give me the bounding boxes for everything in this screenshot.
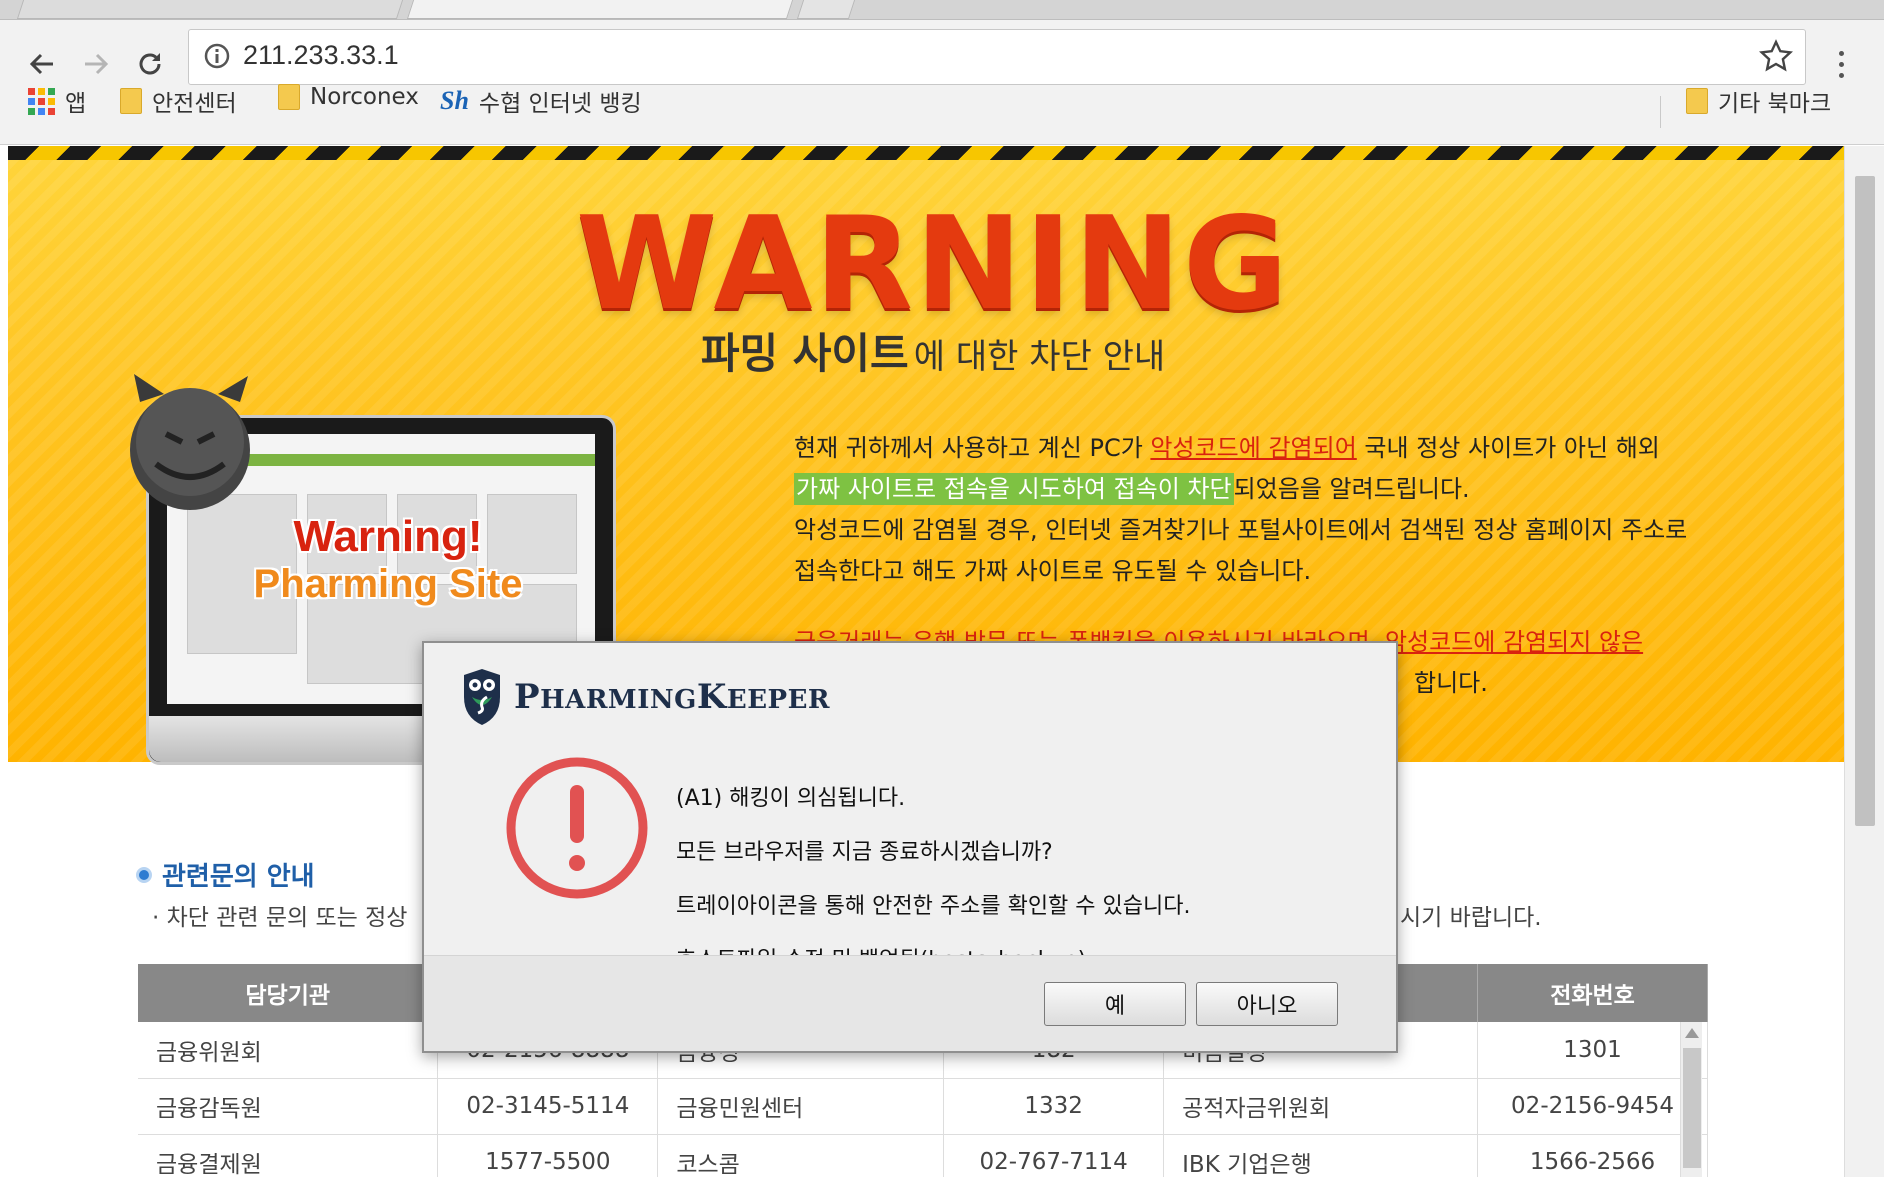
message-line: (A1) 해킹이 의심됩니다.: [676, 786, 906, 811]
desc-line: 가짜 사이트로 접속을 시도하여 접속이 차단되었음을 알려드립니다.: [794, 473, 1470, 505]
table-scrollbar[interactable]: [1680, 1022, 1702, 1177]
owl-shield-logo-icon: [464, 669, 500, 725]
bookmark-norconex[interactable]: Norconex: [278, 84, 419, 110]
bookmark-label: Norconex: [310, 84, 419, 110]
yes-button[interactable]: 예: [1044, 982, 1186, 1026]
page-scrollbar[interactable]: [1844, 146, 1884, 1177]
exclamation-alert-icon: [506, 757, 648, 899]
tab-strip: [0, 0, 1884, 20]
url-text[interactable]: 211.233.33.1: [243, 40, 399, 71]
column-header: 전화번호: [1477, 964, 1708, 1022]
folder-icon: [278, 84, 300, 110]
dialog-footer: 예 아니오: [424, 955, 1396, 1051]
table-row: 금융감독원 02-3145-5114 금융민원센터 1332 공적자금위원회 0…: [138, 1078, 1708, 1135]
menu-dot-icon: [1838, 61, 1844, 67]
table-scroll-thumb[interactable]: [1683, 1048, 1701, 1168]
message-line: 모든 브라우저를 지금 종료하시겠습니까?: [676, 840, 1053, 865]
apps-grid-icon: [28, 87, 55, 115]
table-row: 금융결제원 1577-5500 코스콤 02-767-7114 IBK 기업은행…: [138, 1134, 1708, 1177]
banner-description: 현재 귀하께서 사용하고 계신 PC가 악성코드에 감염되어 국내 정상 사이트…: [794, 428, 1714, 592]
overlay-line-2: Pharming Site: [253, 562, 523, 606]
column-header: 담당기관: [138, 964, 439, 1022]
desc-line: 현재 귀하께서 사용하고 계신 PC가 악성코드에 감염되어 국내 정상 사이트…: [794, 434, 1660, 462]
desc-line: 접속한다고 해도 가짜 사이트로 유도될 수 있습니다.: [794, 557, 1312, 585]
bookmark-star-icon[interactable]: [1759, 39, 1793, 73]
suhyup-logo-icon: Sh: [440, 86, 469, 115]
bookmark-suhyup-banking[interactable]: Sh 수협 인터넷 뱅킹: [440, 84, 642, 118]
message-line: 트레이아이콘을 통해 안전한 주소를 확인할 수 있습니다.: [676, 894, 1191, 919]
tab-active[interactable]: [406, 0, 794, 19]
bookmarks-bar: 앱 안전센터 Norconex Sh 수협 인터넷 뱅킹 기타 북마크: [0, 74, 1884, 124]
desc-line: 악성코드에 감염될 경우, 인터넷 즐겨찾기나 포털사이트에서 검색된 정상 홈…: [794, 516, 1688, 544]
subtitle-rest: 에 대한 차단 안내: [913, 337, 1166, 377]
folder-icon: [120, 88, 142, 114]
pharming-warning-overlay: Warning! Pharming Site: [178, 512, 598, 607]
page-scroll-thumb[interactable]: [1855, 176, 1875, 826]
overlay-line-1: Warning!: [293, 512, 483, 561]
scroll-up-arrow-icon[interactable]: [1685, 1028, 1699, 1038]
bookmarks-divider: [1660, 96, 1661, 128]
no-button[interactable]: 아니오: [1196, 982, 1338, 1026]
menu-dot-icon: [1838, 50, 1844, 56]
new-tab-button[interactable]: [796, 0, 856, 19]
bookmark-label: 안전센터: [152, 91, 237, 117]
bookmark-label: 앱: [65, 91, 87, 117]
info-icon[interactable]: [203, 42, 231, 70]
bookmark-label: 수협 인터넷 뱅킹: [478, 91, 642, 117]
dialog-header: PHARMINGKEEPER: [460, 667, 830, 727]
banner-subtitle: 파밍 사이트 에 대한 차단 안내: [8, 320, 1844, 381]
bullet-icon: [136, 866, 152, 883]
inquiry-text: · 차단 관련 문의 또는 정상: [152, 905, 408, 931]
inquiry-title: 관련문의 안내: [136, 856, 315, 893]
subtitle-bold: 파밍 사이트: [700, 329, 909, 378]
brand-name: PHARMINGKEEPER: [514, 677, 831, 717]
devil-mascot-icon: [130, 374, 250, 510]
hazard-stripe: [8, 146, 1844, 160]
folder-icon: [1686, 88, 1708, 114]
pharmingkeeper-dialog: PHARMINGKEEPER (A1) 해킹이 의심됩니다. 모든 브라우저를 …: [422, 641, 1398, 1053]
tab-inactive[interactable]: [16, 0, 404, 19]
bookmark-other[interactable]: 기타 북마크: [1686, 84, 1831, 118]
warning-title: WARNING: [576, 190, 1290, 339]
inquiry-text-tail: 시기 바랍니다.: [1400, 905, 1542, 931]
bookmark-apps[interactable]: 앱: [28, 84, 86, 118]
bookmark-safety-center[interactable]: 안전센터: [120, 84, 237, 118]
bookmark-label: 기타 북마크: [1718, 91, 1832, 117]
